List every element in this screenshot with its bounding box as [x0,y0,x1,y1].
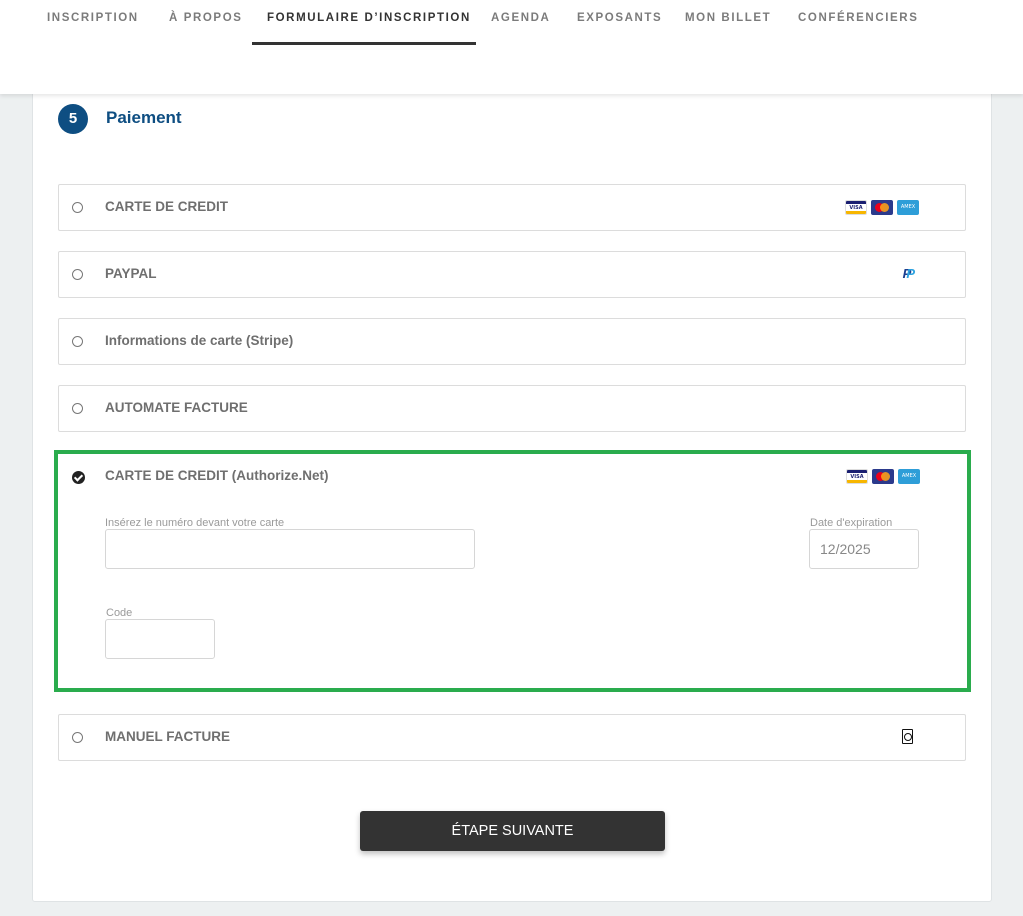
code-input[interactable] [105,619,215,659]
payment-option-label: CARTE DE CREDIT (Authorize.Net) [105,468,329,483]
checked-radio-icon[interactable] [72,471,85,484]
mastercard-icon [872,469,894,484]
card-number-input[interactable] [105,529,475,569]
payment-option-authorize-net[interactable]: CARTE DE CREDIT (Authorize.Net) VISA AME… [54,450,971,692]
radio-button[interactable] [72,732,83,743]
tab-formulaire-inscription[interactable]: FORMULAIRE D’INSCRIPTION [267,12,471,24]
tab-exposants[interactable]: EXPOSANTS [577,12,662,24]
step-title: Paiement [106,108,182,127]
expiry-date-input[interactable] [809,529,919,569]
card-logos-icon: VISA AMEX [845,200,919,215]
mastercard-icon [871,200,893,215]
payment-option-manuel-facture[interactable]: MANUEL FACTURE [58,714,966,761]
radio-button[interactable] [72,269,83,280]
tab-mon-billet[interactable]: MON BILLET [685,12,771,24]
payment-option-credit-card[interactable]: CARTE DE CREDIT VISA AMEX [58,184,966,231]
payment-option-label: MANUEL FACTURE [105,729,231,744]
tab-conferenciers[interactable]: CONFÉRENCIERS [798,12,918,24]
next-step-button[interactable]: ÉTAPE SUIVANTE [360,811,665,851]
visa-icon: VISA [846,469,868,484]
payment-option-label: AUTOMATE FACTURE [105,400,248,415]
payment-option-label: PAYPAL [105,266,157,281]
code-label: Code [106,607,133,619]
tab-a-propos[interactable]: À PROPOS [169,12,243,24]
payment-option-stripe[interactable]: Informations de carte (Stripe) [58,318,966,365]
radio-button[interactable] [72,403,83,414]
payment-option-label: Informations de carte (Stripe) [105,333,294,348]
payment-option-automate-facture[interactable]: AUTOMATE FACTURE [58,385,966,432]
payment-option-paypal[interactable]: PAYPAL PP [58,251,966,298]
visa-icon: VISA [845,200,867,215]
paypal-icon: PP [902,266,915,281]
expiry-label: Date d'expiration [810,517,893,529]
card-logos-icon: VISA AMEX [846,469,920,484]
tab-inscription[interactable]: INSCRIPTION [47,12,139,24]
step-number-badge: 5 [58,104,88,134]
active-tab-indicator [252,42,476,45]
amex-icon: AMEX [897,200,919,215]
invoice-icon [902,729,913,744]
radio-button[interactable] [72,202,83,213]
radio-button[interactable] [72,336,83,347]
card-number-label: Insérez le numéro devant votre carte [105,517,285,529]
payment-option-label: CARTE DE CREDIT [105,199,229,214]
amex-icon: AMEX [898,469,920,484]
tab-agenda[interactable]: AGENDA [491,12,550,24]
top-navigation: INSCRIPTION À PROPOS FORMULAIRE D’INSCRI… [0,0,1023,94]
